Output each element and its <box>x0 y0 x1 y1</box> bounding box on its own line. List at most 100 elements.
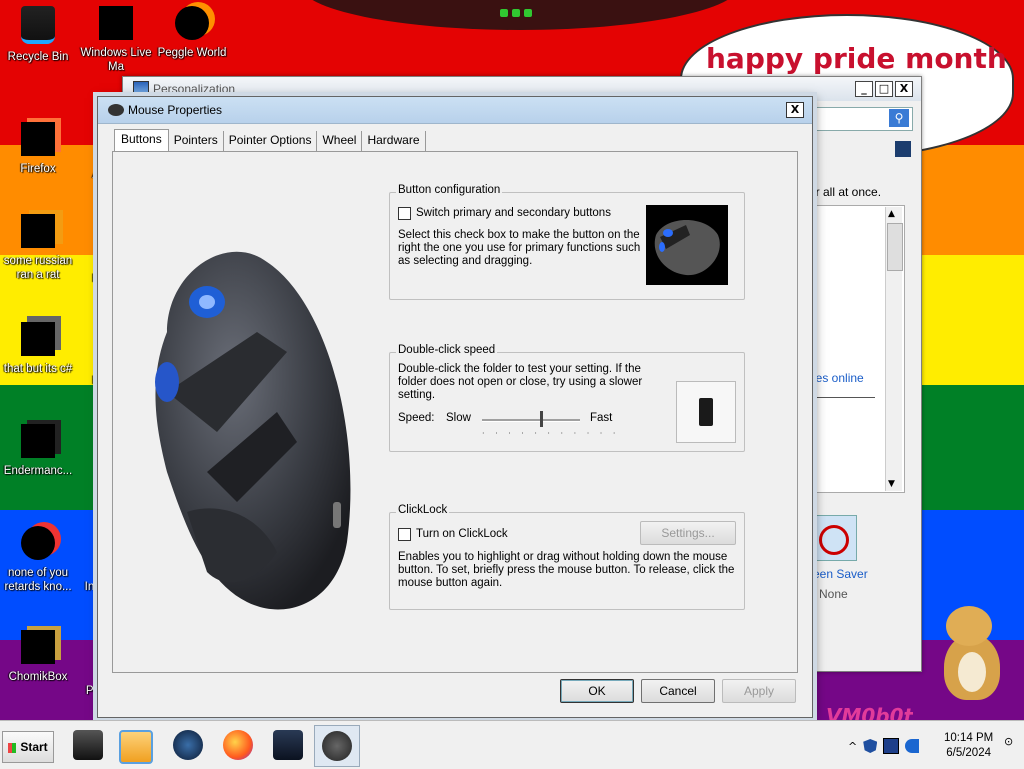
theme-list-scrollbar[interactable]: ▲ ▼ <box>885 207 903 491</box>
maximize-button[interactable]: □ <box>875 81 893 97</box>
fast-label: Fast <box>590 412 613 424</box>
shield-icon[interactable] <box>863 739 878 753</box>
speech-bubble-text: happy pride month <box>706 42 1006 75</box>
taskbar-app-media-player[interactable] <box>114 725 158 765</box>
search-icon[interactable]: ⚲ <box>889 109 909 127</box>
screen-saver-icon[interactable] <box>811 515 857 561</box>
speed-slider-ticks: · · · · · · · · · · · <box>482 429 620 438</box>
recycle-bin-icon <box>21 6 55 44</box>
monitor-icon <box>273 730 303 760</box>
scrollbar-thumb[interactable] <box>887 223 903 271</box>
speed-slider-track[interactable] <box>482 419 580 422</box>
clock-date: 6/5/2024 <box>946 747 991 759</box>
chomikbox-icon <box>21 630 55 664</box>
description-line: mouse button again. <box>398 577 503 589</box>
mouse-icon <box>322 731 352 761</box>
dialog-title: Mouse Properties <box>128 103 223 117</box>
network-icon[interactable] <box>883 738 900 754</box>
taskbar-app-world[interactable] <box>166 725 210 765</box>
windows-live-icon <box>99 6 133 40</box>
clicklock-checkbox[interactable] <box>398 528 411 541</box>
mouse-preview-image <box>646 205 728 285</box>
switch-buttons-label[interactable]: Switch primary and secondary buttons <box>416 207 611 220</box>
clicklock-label[interactable]: Turn on ClickLock <box>416 528 508 541</box>
close-button[interactable]: X <box>786 102 804 118</box>
wallpaper-green-dots <box>498 6 534 20</box>
desktop-icon-partial[interactable]: A <box>54 162 100 182</box>
button-configuration-group: Button configuration Switch primary and … <box>389 184 745 300</box>
screen-saver-link[interactable]: reen Saver <box>809 567 868 581</box>
clicklock-settings-button[interactable]: Settings... <box>640 521 736 545</box>
show-desktop-icon[interactable]: ⊙ <box>1004 735 1018 749</box>
tab-wheel[interactable]: Wheel <box>317 131 363 152</box>
tab-hardware[interactable]: Hardware <box>362 131 426 152</box>
desktop-icon-endermanch[interactable]: Endermanc... <box>0 424 76 478</box>
group-title: ClickLock <box>396 504 450 516</box>
group-title: Double-click speed <box>396 344 498 356</box>
tab-pointers[interactable]: Pointers <box>169 131 224 152</box>
personalization-title: Personalization <box>153 82 236 96</box>
taskbar-app-printer[interactable] <box>66 725 110 765</box>
get-more-themes-link[interactable]: nes online <box>809 371 864 385</box>
description-line: button. To set, briefly press the mouse … <box>398 564 735 576</box>
tab-bar: Buttons Pointers Pointer Options Wheel H… <box>114 129 426 152</box>
taskbar-app-firefox[interactable] <box>216 725 260 765</box>
desktop-icon-partial[interactable]: B <box>54 368 100 388</box>
scroll-up-icon[interactable]: ▲ <box>888 209 895 219</box>
clock-time: 10:14 PM <box>944 732 994 744</box>
tab-buttons[interactable]: Buttons <box>114 129 169 152</box>
description-line: Select this check box to make the button… <box>398 229 640 241</box>
taskbar-app-mouse-properties[interactable] <box>314 725 360 767</box>
taskbar: Start ^ 10:14 PM 6/5/2024 ⊙ <box>0 720 1024 769</box>
taskbar-app-monitor[interactable] <box>266 725 310 765</box>
slow-label: Slow <box>446 412 471 424</box>
help-icon[interactable] <box>895 141 911 157</box>
windows-flag-icon <box>8 742 17 753</box>
description-line: right the one you use for primary functi… <box>398 242 641 254</box>
screen-saver-value: None <box>819 587 848 601</box>
firefox-icon <box>223 730 253 760</box>
group-title: Button configuration <box>396 184 503 196</box>
close-button[interactable]: X <box>895 81 913 97</box>
divider <box>809 397 875 398</box>
terminal-icon <box>21 424 55 458</box>
mouse-illustration <box>155 251 351 610</box>
scroll-down-icon[interactable]: ▼ <box>888 479 895 489</box>
rat-program-icon <box>21 214 55 248</box>
buttons-tab-panel: Button configuration Switch primary and … <box>112 151 798 673</box>
stacked-windows-icon <box>21 322 55 356</box>
minimize-button[interactable]: _ <box>855 81 873 97</box>
cancel-button[interactable]: Cancel <box>641 679 715 703</box>
tab-pointer-options[interactable]: Pointer Options <box>224 131 318 152</box>
test-folder-icon[interactable] <box>676 381 736 443</box>
corner-logo-text: VM0b0t <box>826 704 914 720</box>
speed-slider-thumb[interactable] <box>539 411 543 427</box>
mouse-icon <box>108 104 124 116</box>
desktop-icon-recycle-bin[interactable]: Recycle Bin <box>0 6 76 64</box>
description-line: as selecting and dragging. <box>398 255 533 267</box>
apply-button[interactable]: Apply <box>722 679 796 703</box>
desktop-icon-partial[interactable]: Pe <box>54 678 100 698</box>
peggle-icon <box>175 6 209 40</box>
dialog-titlebar[interactable]: Mouse Properties X <box>98 97 812 124</box>
start-button[interactable]: Start <box>2 731 54 763</box>
system-tray: ^ <box>848 729 920 763</box>
hamster-image <box>936 604 1006 704</box>
switch-buttons-checkbox[interactable] <box>398 207 411 220</box>
mouse-properties-dialog[interactable]: Mouse Properties X Buttons Pointers Poin… <box>97 96 813 718</box>
personalization-icon <box>133 81 149 95</box>
tray-expand-icon[interactable]: ^ <box>848 740 857 753</box>
desktop-icon-windows-live[interactable]: Windows Live Ma <box>78 6 154 74</box>
desktop-icon-partial[interactable]: B <box>54 266 100 286</box>
description-line: setting. <box>398 389 436 401</box>
clock[interactable]: 10:14 PM 6/5/2024 <box>944 731 993 761</box>
description-text: ver all at once. <box>803 185 882 199</box>
description-line: Enables you to highlight or drag without… <box>398 551 728 563</box>
volume-icon[interactable] <box>905 739 920 753</box>
ok-button[interactable]: OK <box>560 679 634 703</box>
desktop-icon-peggle-world[interactable]: Peggle World <box>154 6 230 60</box>
desktop-icon-partial[interactable]: Ins <box>54 574 100 594</box>
desktop-icon-chomikbox[interactable]: ChomikBox <box>0 630 76 684</box>
red-circle-icon <box>21 526 55 560</box>
world-icon <box>173 730 203 760</box>
